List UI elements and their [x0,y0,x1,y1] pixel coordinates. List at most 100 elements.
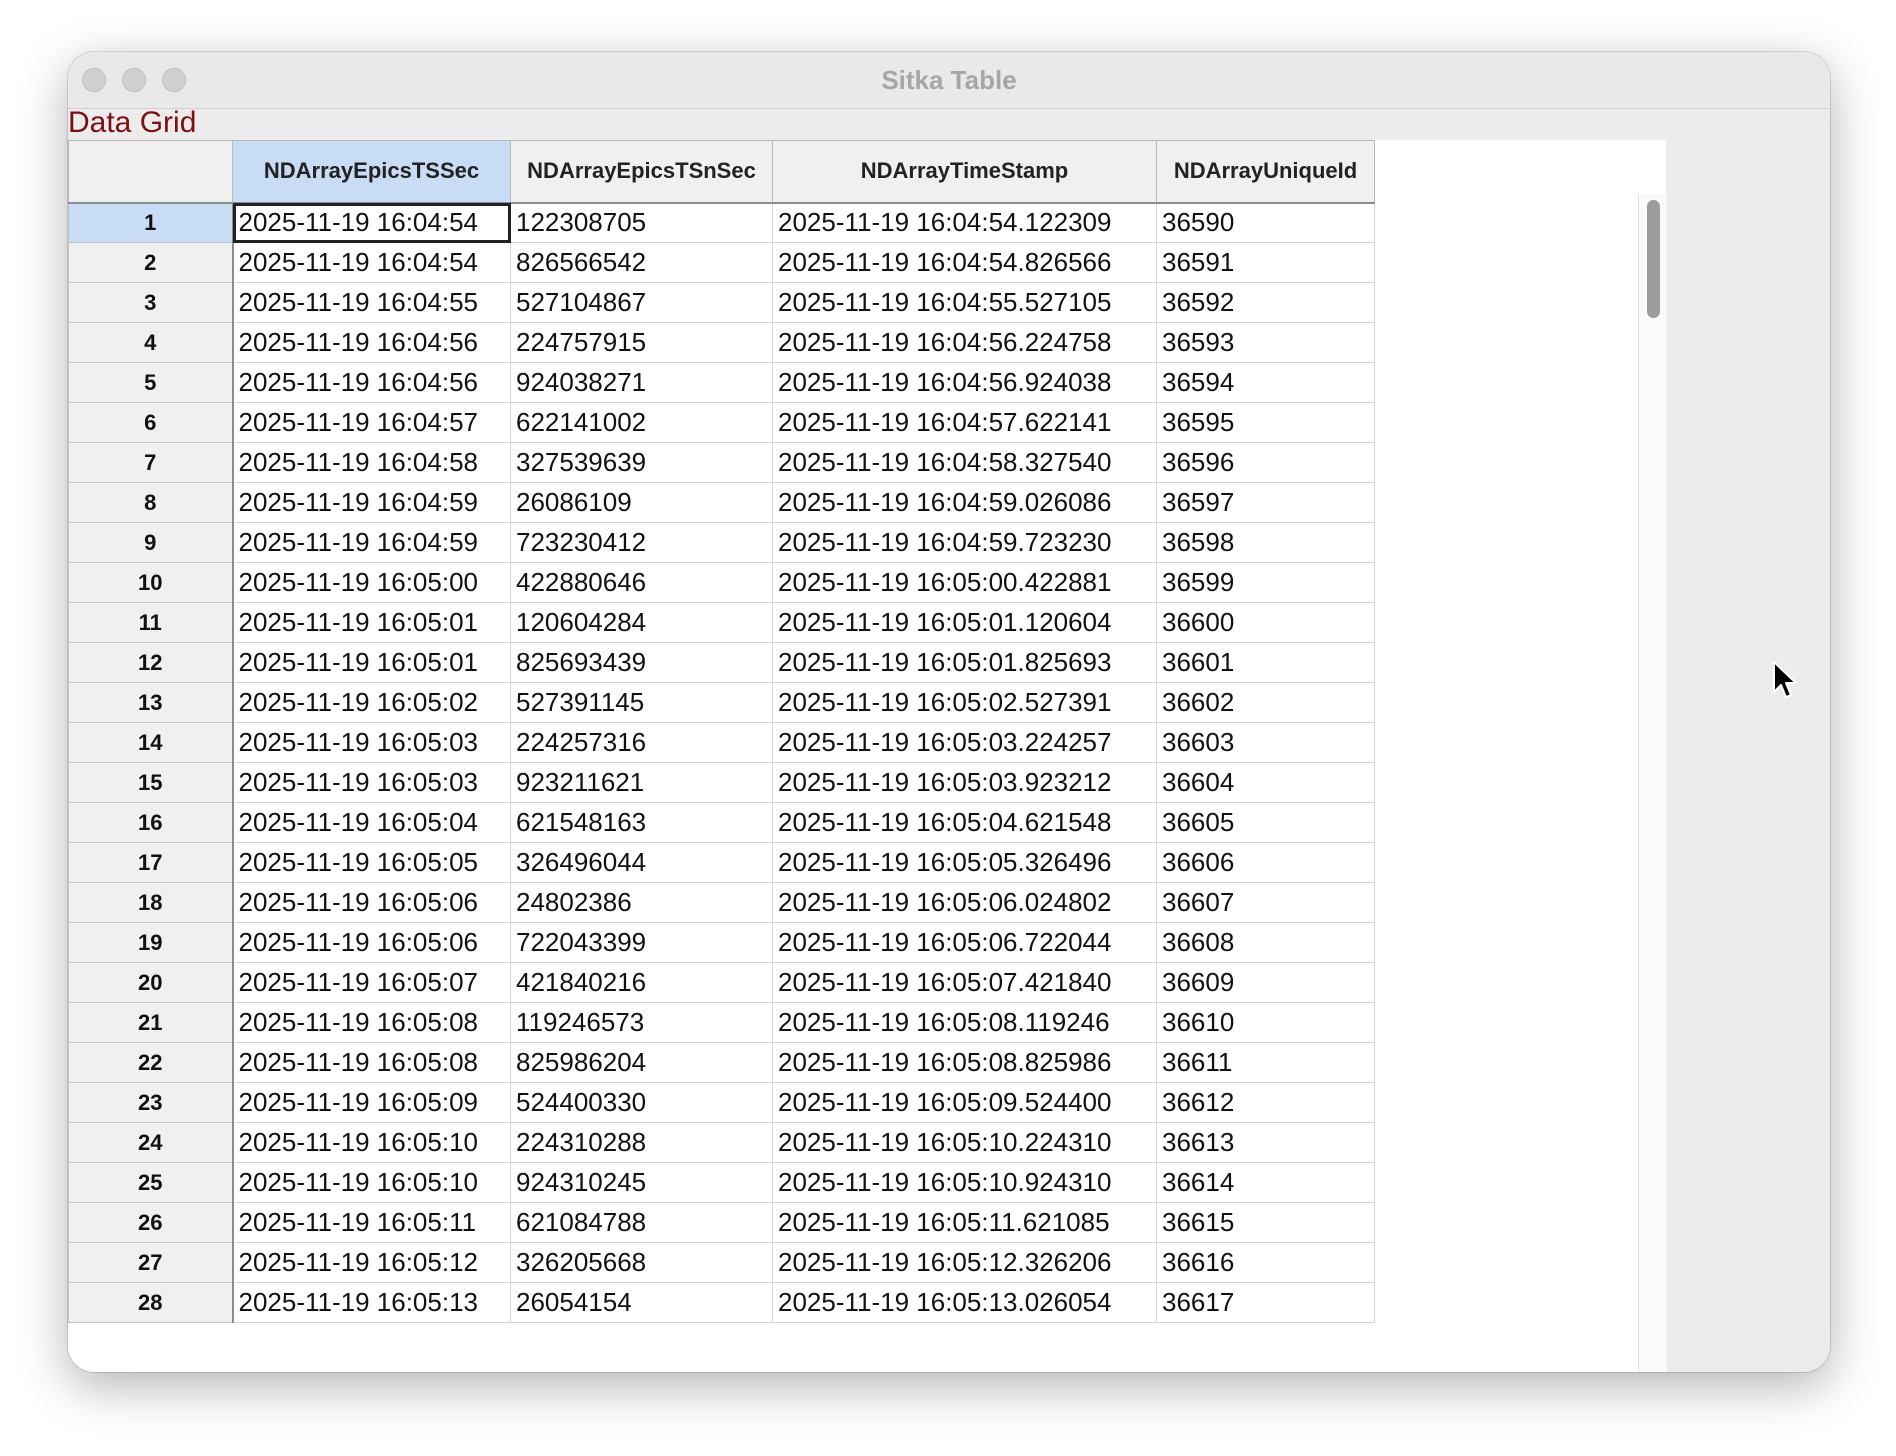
corner-cell[interactable] [68,140,233,204]
table-cell[interactable]: 2025-11-19 16:04:59.723230 [772,522,1157,563]
table-cell[interactable]: 2025-11-19 16:05:00 [232,562,511,603]
table-row[interactable]: 6 2025-11-19 16:04:57 622141002 2025-11-19 … [68,402,1375,443]
table-cell[interactable]: 2025-11-19 16:04:59 [232,482,511,523]
row-header[interactable]: 25 [68,1162,234,1203]
table-cell[interactable]: 36603 [1156,722,1375,763]
table-cell[interactable]: 224310288 [510,1122,773,1163]
table-cell[interactable]: 2025-11-19 16:05:10.924310 [772,1162,1157,1203]
table-cell[interactable]: 36611 [1156,1042,1375,1083]
table-cell[interactable]: 621548163 [510,802,773,843]
row-header[interactable]: 13 [68,682,234,723]
table-cell[interactable]: 36604 [1156,762,1375,803]
table-cell[interactable]: 2025-11-19 16:05:08 [232,1042,511,1083]
table-row[interactable]: 21 2025-11-19 16:05:08 119246573 2025-11-19… [68,1002,1375,1043]
table-cell[interactable]: 722043399 [510,922,773,963]
row-header[interactable]: 4 [68,322,234,363]
table-cell[interactable]: 2025-11-19 16:05:03.923212 [772,762,1157,803]
column-header[interactable]: NDArrayUniqueId [1156,140,1375,204]
row-header[interactable]: 15 [68,762,234,803]
table-cell[interactable]: 2025-11-19 16:04:55 [232,282,511,323]
table-cell[interactable]: 2025-11-19 16:04:58.327540 [772,442,1157,483]
table-cell[interactable]: 2025-11-19 16:05:06 [232,922,511,963]
table-cell[interactable]: 36606 [1156,842,1375,883]
row-header[interactable]: 22 [68,1042,234,1083]
table-cell[interactable]: 2025-11-19 16:04:55.527105 [772,282,1157,323]
table-cell[interactable]: 826566542 [510,242,773,283]
table-cell[interactable]: 36610 [1156,1002,1375,1043]
table-cell[interactable]: 2025-11-19 16:04:58 [232,442,511,483]
row-header[interactable]: 19 [68,922,234,963]
row-header[interactable]: 20 [68,962,234,1003]
table-cell[interactable]: 2025-11-19 16:04:57 [232,402,511,443]
table-row[interactable]: 1 2025-11-19 16:04:54 122308705 2025-11-19 … [68,202,1375,243]
table-cell[interactable]: 2025-11-19 16:05:01 [232,602,511,643]
table-cell[interactable]: 2025-11-19 16:05:06 [232,882,511,923]
table-cell[interactable]: 36593 [1156,322,1375,363]
row-header[interactable]: 2 [68,242,234,283]
table-cell[interactable]: 2025-11-19 16:05:10 [232,1162,511,1203]
table-cell[interactable]: 527104867 [510,282,773,323]
row-header[interactable]: 9 [68,522,234,563]
table-cell[interactable]: 2025-11-19 16:05:06.024802 [772,882,1157,923]
table-cell[interactable]: 2025-11-19 16:05:12.326206 [772,1242,1157,1283]
table-row[interactable]: 20 2025-11-19 16:05:07 421840216 2025-11-19… [68,962,1375,1003]
row-header[interactable]: 1 [68,202,234,243]
table-cell[interactable]: 2025-11-19 16:05:00.422881 [772,562,1157,603]
table-cell[interactable]: 2025-11-19 16:04:54 [232,202,511,243]
table-cell[interactable]: 224257316 [510,722,773,763]
table-cell[interactable]: 621084788 [510,1202,773,1243]
data-grid[interactable]: NDArrayEpicsTSSec NDArrayEpicsTSnSec NDA… [68,140,1666,1372]
table-cell[interactable]: 2025-11-19 16:05:02 [232,682,511,723]
table-cell[interactable]: 527391145 [510,682,773,723]
table-cell[interactable]: 36617 [1156,1282,1375,1323]
table-cell[interactable]: 622141002 [510,402,773,443]
table-cell[interactable]: 422880646 [510,562,773,603]
table-cell[interactable]: 36600 [1156,602,1375,643]
table-cell[interactable]: 2025-11-19 16:05:06.722044 [772,922,1157,963]
table-row[interactable]: 5 2025-11-19 16:04:56 924038271 2025-11-19 … [68,362,1375,403]
row-header[interactable]: 12 [68,642,234,683]
table-cell[interactable]: 36599 [1156,562,1375,603]
table-cell[interactable]: 723230412 [510,522,773,563]
table-cell[interactable]: 2025-11-19 16:05:01.120604 [772,602,1157,643]
table-cell[interactable]: 924310245 [510,1162,773,1203]
row-header[interactable]: 16 [68,802,234,843]
row-header[interactable]: 17 [68,842,234,883]
table-row[interactable]: 12 2025-11-19 16:05:01 825693439 2025-11-19… [68,642,1375,683]
table-cell[interactable]: 36612 [1156,1082,1375,1123]
row-header[interactable]: 8 [68,482,234,523]
table-row[interactable]: 4 2025-11-19 16:04:56 224757915 2025-11-19 … [68,322,1375,363]
table-row[interactable]: 22 2025-11-19 16:05:08 825986204 2025-11-19… [68,1042,1375,1083]
table-row[interactable]: 11 2025-11-19 16:05:01 120604284 2025-11-19… [68,602,1375,643]
table-cell[interactable]: 2025-11-19 16:05:09.524400 [772,1082,1157,1123]
table-cell[interactable]: 2025-11-19 16:05:08.825986 [772,1042,1157,1083]
table-row[interactable]: 14 2025-11-19 16:05:03 224257316 2025-11-19… [68,722,1375,763]
table-cell[interactable]: 24802386 [510,882,773,923]
table-row[interactable]: 27 2025-11-19 16:05:12 326205668 2025-11-19… [68,1242,1375,1283]
table-cell[interactable]: 36613 [1156,1122,1375,1163]
table-cell[interactable]: 36605 [1156,802,1375,843]
column-header[interactable]: NDArrayEpicsTSnSec [510,140,773,204]
row-header[interactable]: 6 [68,402,234,443]
table-cell[interactable]: 36590 [1156,202,1375,243]
row-header[interactable]: 28 [68,1282,234,1323]
table-cell[interactable]: 26054154 [510,1282,773,1323]
row-header[interactable]: 18 [68,882,234,923]
table-cell[interactable]: 36597 [1156,482,1375,523]
table-cell[interactable]: 2025-11-19 16:04:56.224758 [772,322,1157,363]
table-cell[interactable]: 122308705 [510,202,773,243]
row-header[interactable]: 14 [68,722,234,763]
table-cell[interactable]: 2025-11-19 16:05:05.326496 [772,842,1157,883]
table-cell[interactable]: 36616 [1156,1242,1375,1283]
table-cell[interactable]: 2025-11-19 16:05:11 [232,1202,511,1243]
table-row[interactable]: 9 2025-11-19 16:04:59 723230412 2025-11-19 … [68,522,1375,563]
row-header[interactable]: 27 [68,1242,234,1283]
table-cell[interactable]: 421840216 [510,962,773,1003]
table-row[interactable]: 13 2025-11-19 16:05:02 527391145 2025-11-19… [68,682,1375,723]
table-cell[interactable]: 2025-11-19 16:05:05 [232,842,511,883]
table-row[interactable]: 2 2025-11-19 16:04:54 826566542 2025-11-19 … [68,242,1375,283]
row-header[interactable]: 21 [68,1002,234,1043]
table-cell[interactable]: 120604284 [510,602,773,643]
table-cell[interactable]: 924038271 [510,362,773,403]
table-cell[interactable]: 2025-11-19 16:05:08.119246 [772,1002,1157,1043]
